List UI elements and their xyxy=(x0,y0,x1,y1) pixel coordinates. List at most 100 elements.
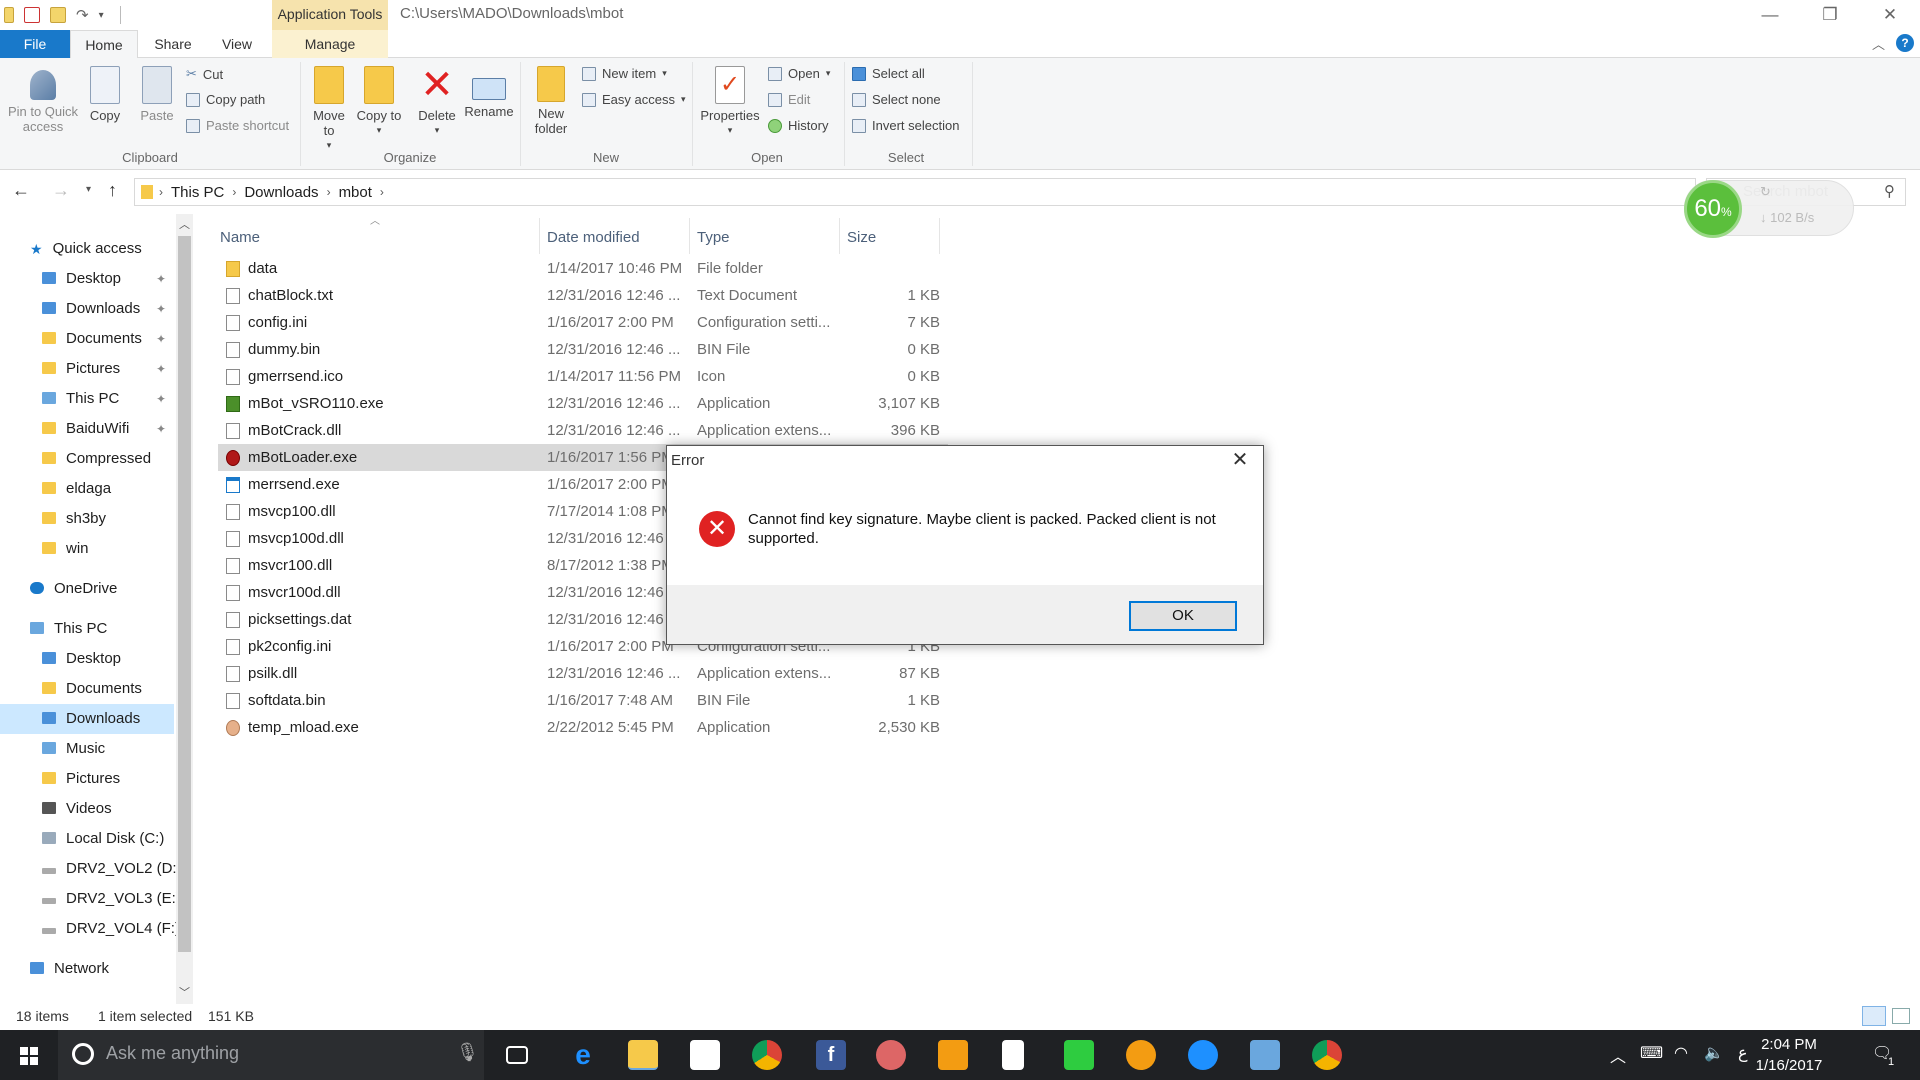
sync-app-icon[interactable] xyxy=(1188,1040,1218,1070)
forward-arrow-icon[interactable]: → xyxy=(52,180,70,201)
new-folder-button[interactable]: New folder xyxy=(528,66,574,136)
clock[interactable]: 2:04 PM 1/16/2017 xyxy=(1746,1034,1832,1076)
copy-button[interactable]: Copy xyxy=(82,66,128,123)
volume-icon[interactable]: 🔈 xyxy=(1704,1043,1724,1063)
invert-selection-button[interactable]: Invert selection xyxy=(852,118,959,133)
easy-access-button[interactable]: Easy access ▾ xyxy=(582,92,686,107)
wifi-hotspot-icon[interactable] xyxy=(1064,1040,1094,1070)
app-shortcut-icon[interactable] xyxy=(876,1040,906,1070)
scroll-up-chevron-icon[interactable]: ︿ xyxy=(179,216,190,232)
file-row[interactable]: mBot_vSRO110.exe 12/31/2016 12:46 ... Appl… xyxy=(218,390,948,417)
nav-pc-documents[interactable]: Documents xyxy=(0,674,174,704)
file-row[interactable]: data 1/14/2017 10:46 PM File folder xyxy=(218,255,948,282)
nav-pc-drive-d[interactable]: DRV2_VOL2 (D:) xyxy=(0,854,182,884)
recent-locations-chevron-icon[interactable]: ▾ xyxy=(86,184,91,195)
cut-button[interactable]: ✂ Cut xyxy=(186,66,223,82)
address-bar[interactable]: › This PC › Downloads › mbot › xyxy=(134,178,1696,206)
nav-pc-drive-f[interactable]: DRV2_VOL4 (F:) xyxy=(0,914,180,944)
select-none-button[interactable]: Select none xyxy=(852,92,941,107)
collapse-ribbon-chevron-icon[interactable]: ︿ xyxy=(1872,34,1885,53)
nav-network[interactable]: Network xyxy=(0,954,174,984)
chrome-icon[interactable] xyxy=(752,1040,782,1070)
open-button[interactable]: Open ▾ xyxy=(768,66,830,81)
ok-button[interactable]: OK xyxy=(1129,601,1237,631)
nav-quick-access[interactable]: ★ Quick access xyxy=(0,234,174,264)
app-shortcut-icon[interactable] xyxy=(1250,1040,1280,1070)
select-all-button[interactable]: Select all xyxy=(852,66,925,81)
new-item-button[interactable]: New item ▾ xyxy=(582,66,667,81)
edit-button[interactable]: Edit xyxy=(768,92,810,107)
nav-quick-baiduwifi[interactable]: BaiduWifi ✦ xyxy=(0,414,174,444)
column-divider[interactable] xyxy=(839,218,840,254)
store-icon[interactable] xyxy=(690,1040,720,1070)
chrome-icon[interactable] xyxy=(1312,1040,1342,1070)
nav-quick-desktop[interactable]: Desktop ✦ xyxy=(0,264,174,294)
search-icon[interactable]: ⚲ xyxy=(1884,182,1895,200)
task-view-icon[interactable] xyxy=(506,1046,528,1064)
tab-share[interactable]: Share xyxy=(144,30,202,58)
file-row[interactable]: gmerrsend.ico 1/14/2017 11:56 PM Icon 0 KB xyxy=(218,363,948,390)
file-row[interactable]: chatBlock.txt 12/31/2016 12:46 ... Text Do… xyxy=(218,282,948,309)
nav-quick-this-pc[interactable]: This PC ✦ xyxy=(0,384,174,414)
details-view-icon[interactable] xyxy=(1862,1006,1886,1026)
start-button[interactable] xyxy=(0,1030,58,1080)
file-row[interactable]: psilk.dll 12/31/2016 12:46 ... Application… xyxy=(218,660,948,687)
delete-button[interactable]: ✕ Delete ▾ xyxy=(414,65,460,138)
properties-icon[interactable] xyxy=(24,7,40,23)
column-header-size[interactable]: Size xyxy=(847,222,876,254)
microphone-icon[interactable]: 🎙 xyxy=(456,1042,479,1063)
move-to-button[interactable]: Move to ▾ xyxy=(306,66,352,153)
file-row[interactable]: mBotCrack.dll 12/31/2016 12:46 ... Applica… xyxy=(218,417,948,444)
paste-shortcut-button[interactable]: Paste shortcut xyxy=(186,118,289,133)
column-header-type[interactable]: Type xyxy=(697,222,730,254)
nav-quick-documents[interactable]: Documents ✦ xyxy=(0,324,174,354)
file-row[interactable]: dummy.bin 12/31/2016 12:46 ... BIN File 0 K… xyxy=(218,336,948,363)
column-header-date[interactable]: Date modified xyxy=(547,222,640,254)
document-icon[interactable] xyxy=(1002,1040,1024,1070)
facebook-icon[interactable]: f xyxy=(816,1040,846,1070)
tab-file[interactable]: File xyxy=(0,30,70,58)
nav-quick-sh3by[interactable]: sh3by xyxy=(0,504,174,534)
media-player-icon[interactable] xyxy=(938,1040,968,1070)
scroll-down-chevron-icon[interactable]: ﹀ xyxy=(179,984,190,1000)
pin-to-quick-access-button[interactable]: Pin to Quick access xyxy=(4,70,82,134)
keyboard-icon[interactable]: ⌨ xyxy=(1640,1043,1663,1063)
column-divider[interactable] xyxy=(539,218,540,254)
undo-icon[interactable]: ↷ xyxy=(76,6,89,24)
close-button[interactable]: ✕ xyxy=(1860,0,1920,30)
nav-quick-compressed[interactable]: Compressed xyxy=(0,444,174,474)
new-folder-icon[interactable] xyxy=(50,7,66,23)
copy-path-button[interactable]: Copy path xyxy=(186,92,265,107)
properties-button[interactable]: ✓ Properties ▾ xyxy=(696,66,764,138)
nav-onedrive[interactable]: OneDrive xyxy=(0,574,174,604)
breadcrumb-mbot[interactable]: mbot xyxy=(331,184,380,201)
tab-home[interactable]: Home xyxy=(70,30,138,58)
column-divider[interactable] xyxy=(689,218,690,254)
nav-scrollbar-thumb[interactable] xyxy=(178,236,191,952)
nav-pc-local-disk-c[interactable]: Local Disk (C:) xyxy=(0,824,174,854)
app-shortcut-icon[interactable] xyxy=(1126,1040,1156,1070)
breadcrumb-downloads[interactable]: Downloads xyxy=(236,184,326,201)
help-icon[interactable]: ? xyxy=(1896,34,1914,52)
edge-icon[interactable]: e xyxy=(568,1040,598,1070)
wifi-icon[interactable]: ◠ xyxy=(1674,1043,1688,1063)
file-row[interactable]: softdata.bin 1/16/2017 7:48 AM BIN File 1 K… xyxy=(218,687,948,714)
file-row[interactable]: config.ini 1/16/2017 2:00 PM Configuration… xyxy=(218,309,948,336)
back-arrow-icon[interactable]: ← xyxy=(12,180,30,201)
tab-view[interactable]: View xyxy=(208,30,266,58)
tab-manage[interactable]: Manage xyxy=(272,30,388,58)
paste-button[interactable]: Paste xyxy=(134,66,180,123)
large-icons-view-icon[interactable] xyxy=(1892,1008,1910,1024)
copy-to-button[interactable]: Copy to ▾ xyxy=(356,66,402,138)
nav-pc-desktop[interactable]: Desktop xyxy=(0,644,174,674)
column-header-name[interactable]: Name xyxy=(220,222,260,254)
file-row[interactable]: temp_mload.exe 2/22/2012 5:45 PM Applicati… xyxy=(218,714,948,741)
show-hidden-icons-chevron-icon[interactable]: ︿ xyxy=(1610,1043,1626,1067)
nav-pc-downloads[interactable]: Downloads xyxy=(0,704,174,734)
nav-quick-downloads[interactable]: Downloads ✦ xyxy=(0,294,174,324)
nav-pc-pictures[interactable]: Pictures xyxy=(0,764,174,794)
restore-button[interactable]: ❐ xyxy=(1800,0,1860,30)
nav-quick-pictures[interactable]: Pictures ✦ xyxy=(0,354,174,384)
dialog-close-button[interactable]: ✕ xyxy=(1217,446,1263,476)
nav-this-pc[interactable]: This PC xyxy=(0,614,174,644)
